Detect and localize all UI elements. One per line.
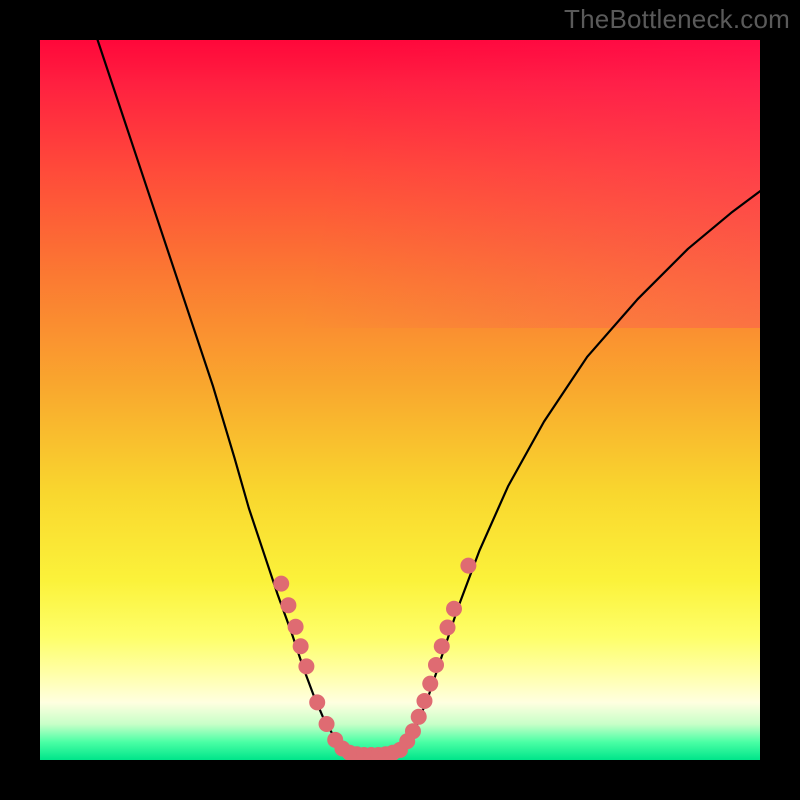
bottleneck-curve: [98, 40, 760, 756]
watermark-text: TheBottleneck.com: [564, 4, 790, 35]
highlight-dot: [434, 638, 450, 654]
highlight-dot: [446, 601, 462, 617]
chart-frame: TheBottleneck.com: [0, 0, 800, 800]
highlight-dot: [460, 558, 476, 574]
highlight-dot: [288, 619, 304, 635]
highlight-dot: [422, 676, 438, 692]
marker-group: [273, 558, 476, 760]
curve-layer: [40, 40, 760, 760]
highlight-dot: [319, 716, 335, 732]
highlight-dot: [428, 657, 444, 673]
highlight-dot: [280, 597, 296, 613]
highlight-dot: [416, 693, 432, 709]
highlight-dot: [293, 638, 309, 654]
highlight-dot: [309, 694, 325, 710]
highlight-dot: [405, 723, 421, 739]
curve-group: [98, 40, 760, 756]
highlight-dot: [440, 620, 456, 636]
highlight-dot: [298, 658, 314, 674]
highlight-dot: [411, 709, 427, 725]
plot-area: [40, 40, 760, 760]
highlight-dot: [273, 576, 289, 592]
